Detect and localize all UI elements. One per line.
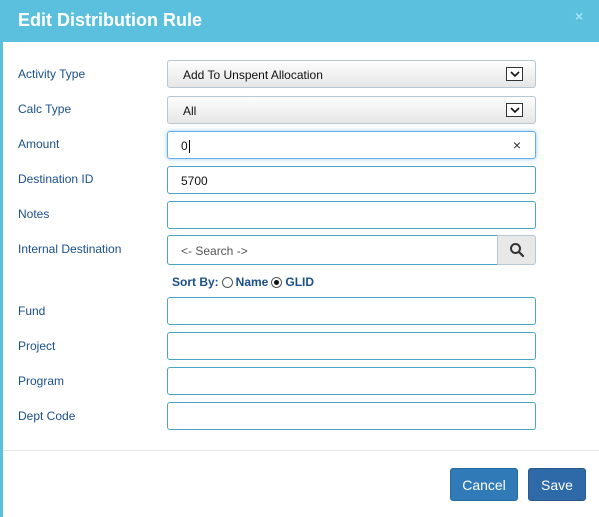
project-input[interactable] [167,332,536,360]
search-button[interactable] [497,235,536,265]
amount-value: 0 [181,139,188,153]
cancel-button[interactable]: Cancel [450,468,518,501]
program-input[interactable] [167,367,536,395]
calc-type-value: All [183,104,197,118]
sort-by-group: Sort By: Name GLID [172,275,314,289]
calc-type-select[interactable]: All [167,96,536,124]
sort-by-label: Sort By: [172,275,219,289]
amount-input[interactable]: 0 × [167,131,536,159]
project-label: Project [18,339,56,353]
search-placeholder: <- Search -> [181,244,248,258]
clear-icon[interactable]: × [513,137,521,153]
sort-name-radio[interactable] [221,276,233,288]
internal-destination-search: <- Search -> [167,235,536,265]
dept-code-input[interactable] [167,402,536,430]
edit-distribution-rule-dialog: Edit Distribution Rule × Activity Type A… [0,0,599,517]
notes-label: Notes [18,207,50,221]
notes-input[interactable] [167,201,536,229]
activity-type-value: Add To Unspent Allocation [183,68,323,82]
internal-destination-input[interactable]: <- Search -> [167,235,497,265]
activity-type-label: Activity Type [18,67,86,81]
dept-code-label: Dept Code [18,409,76,423]
program-label: Program [18,374,65,388]
chevron-down-icon[interactable] [506,67,523,81]
footer-divider [3,450,599,451]
destination-id-value: 5700 [181,174,208,188]
save-button[interactable]: Save [528,468,586,501]
activity-type-select[interactable]: Add To Unspent Allocation [167,60,536,88]
destination-id-input[interactable]: 5700 [167,166,536,194]
dialog-header: Edit Distribution Rule × [3,0,599,42]
sort-glid-radio[interactable] [271,276,283,288]
search-icon [510,243,525,258]
close-icon[interactable]: × [575,8,583,24]
sort-name-label[interactable]: Name [236,275,269,289]
sort-glid-label[interactable]: GLID [285,275,314,289]
destination-id-label: Destination ID [18,172,94,186]
amount-label: Amount [18,137,60,151]
fund-label: Fund [18,304,46,318]
text-caret [188,140,190,154]
fund-input[interactable] [167,297,536,325]
calc-type-label: Calc Type [18,102,72,116]
chevron-down-icon[interactable] [506,103,523,117]
dialog-title: Edit Distribution Rule [18,10,202,30]
internal-destination-label: Internal Destination [18,242,122,256]
